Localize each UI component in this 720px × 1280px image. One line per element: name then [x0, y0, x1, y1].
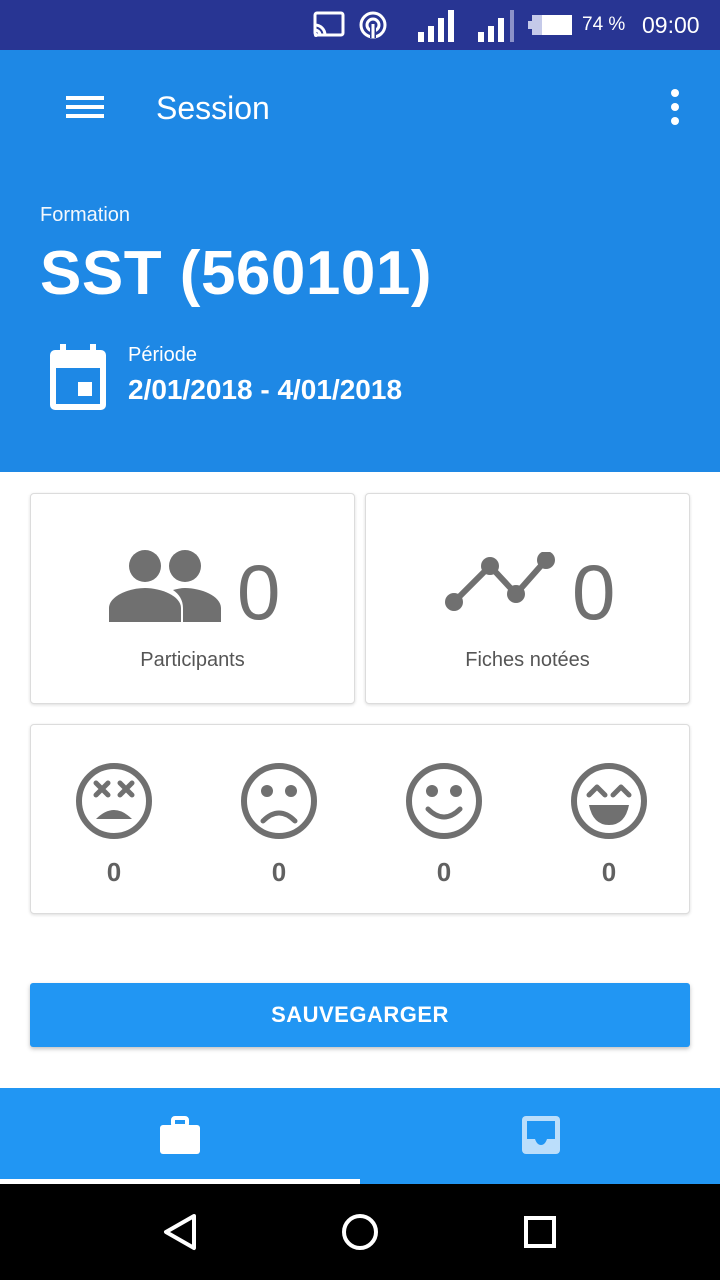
fiches-count: 0: [572, 548, 616, 636]
back-icon[interactable]: [156, 1208, 204, 1256]
tab-inbox[interactable]: [360, 1088, 720, 1184]
sad-face-icon: [239, 761, 319, 841]
mood-count-grin: 0: [601, 857, 617, 887]
inbox-icon: [522, 1116, 560, 1159]
formation-label: Formation: [40, 204, 131, 226]
participants-label: Participants: [140, 649, 245, 671]
mood-item-dead[interactable]: 0: [74, 761, 154, 888]
fiches-card[interactable]: 0 Fiches notées: [365, 493, 690, 704]
status-bar: 74 % 09:00: [0, 0, 720, 50]
trending-line-icon: [444, 551, 556, 617]
grin-face-icon: [569, 761, 649, 841]
dead-face-icon: [74, 761, 154, 841]
calendar-icon: [48, 344, 108, 412]
signal-icon: [416, 0, 458, 50]
bottom-navigation: [0, 1088, 720, 1184]
mood-item-grin[interactable]: 0: [569, 761, 649, 888]
clock: 09:00: [642, 11, 700, 38]
participants-card[interactable]: 0 Participants: [30, 493, 355, 704]
battery-icon: [528, 0, 572, 50]
mood-card: 0 0 0 0: [30, 724, 690, 914]
system-nav-bar: [0, 1184, 720, 1280]
cast-icon: [312, 0, 346, 50]
tab-session[interactable]: [0, 1088, 360, 1184]
hotspot-icon: [358, 0, 388, 50]
mood-count-dead: 0: [106, 857, 122, 887]
menu-icon[interactable]: [56, 86, 114, 128]
periode-value: 2/01/2018 - 4/01/2018: [128, 374, 403, 405]
mood-item-smile[interactable]: 0: [404, 761, 484, 888]
more-vert-icon[interactable]: [660, 86, 690, 128]
mood-count-sad: 0: [271, 857, 287, 887]
save-button[interactable]: SAUVEGARGER: [30, 983, 690, 1047]
battery-percent: 74 %: [582, 14, 626, 35]
mood-count-smile: 0: [436, 857, 452, 887]
briefcase-icon: [160, 1116, 200, 1159]
signal-icon: [476, 0, 518, 50]
people-icon: [109, 546, 221, 627]
fiches-label: Fiches notées: [465, 649, 590, 671]
smile-face-icon: [404, 761, 484, 841]
home-icon[interactable]: [336, 1208, 384, 1256]
formation-title: SST (560101): [40, 239, 432, 308]
app-header: Session Formation SST (560101) Période 2…: [0, 50, 720, 472]
recents-icon[interactable]: [516, 1208, 564, 1256]
mood-item-sad[interactable]: 0: [239, 761, 319, 888]
periode-label: Période: [128, 344, 197, 366]
app-title: Session: [156, 90, 270, 126]
participants-count: 0: [237, 548, 281, 636]
